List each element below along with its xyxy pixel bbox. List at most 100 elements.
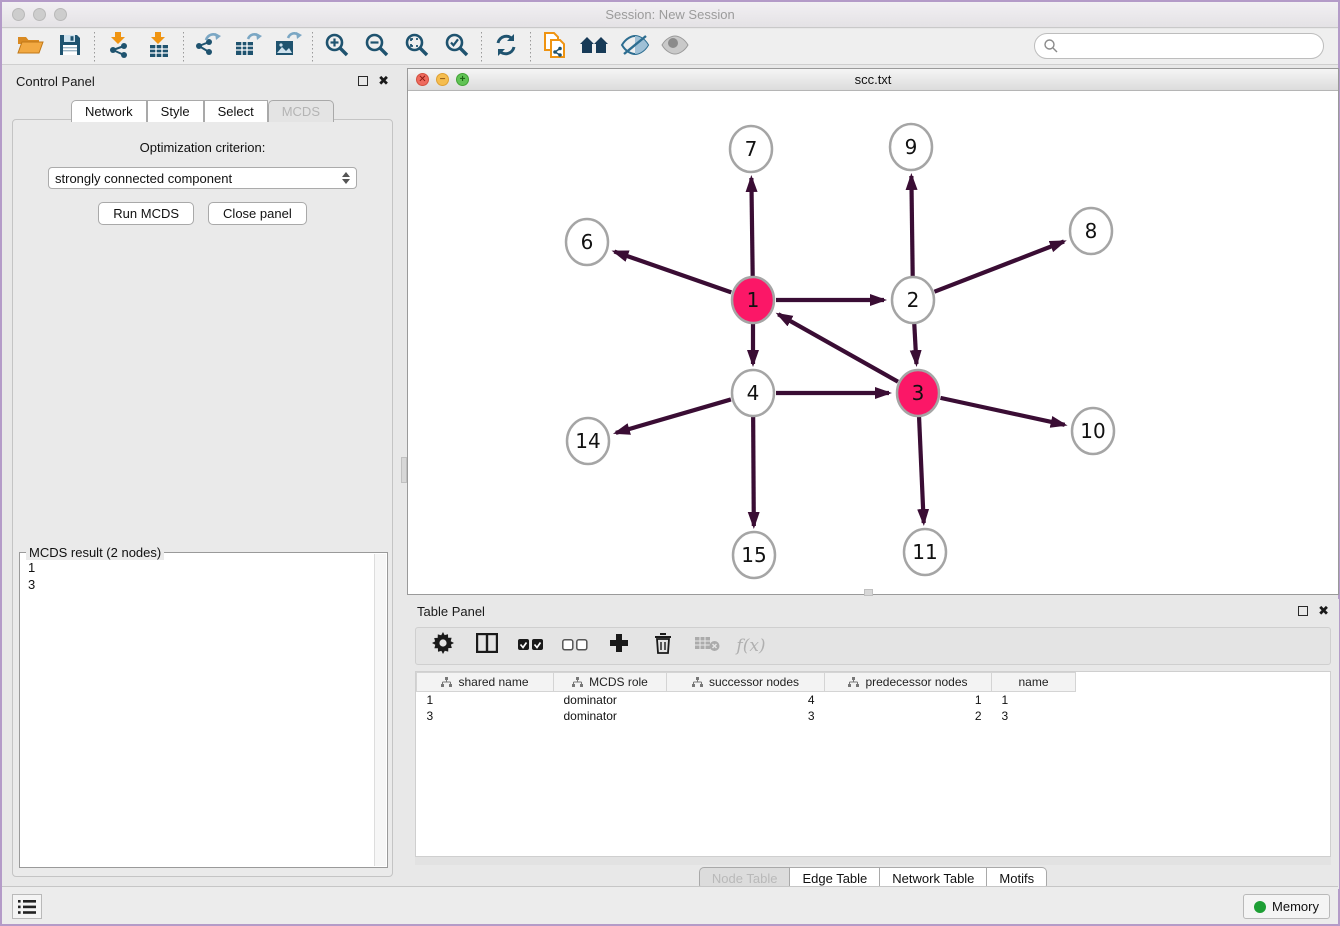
run-mcds-button[interactable]: Run MCDS [98, 202, 194, 225]
save-session-button[interactable] [50, 31, 90, 63]
edge-3-1[interactable] [778, 314, 898, 381]
settings-gear-button[interactable] [428, 631, 458, 661]
column-header-predecessor-nodes[interactable]: predecessor nodes [825, 673, 992, 692]
table-row[interactable]: 1dominator411 [417, 692, 1076, 708]
graph-node-2[interactable]: 2 [892, 277, 934, 323]
result-scrollbar[interactable] [374, 554, 386, 866]
graph-node-7[interactable]: 7 [730, 126, 772, 172]
horizontal-splitter-handle[interactable] [864, 589, 873, 596]
graph-node-3[interactable]: 3 [897, 370, 939, 416]
hide-selected-icon [620, 34, 650, 59]
tab-select[interactable]: Select [204, 100, 268, 122]
column-header-MCDS-role[interactable]: MCDS role [554, 673, 667, 692]
graph-node-4[interactable]: 4 [732, 370, 774, 416]
edge-3-10[interactable] [940, 398, 1064, 425]
table-cell[interactable]: 1 [992, 692, 1076, 708]
mcds-result-text[interactable]: 1 3 [22, 559, 373, 865]
column-header-name[interactable]: name [992, 673, 1076, 692]
zoom-fit-icon [404, 32, 430, 61]
export-image-icon [274, 32, 302, 61]
graph-node-9[interactable]: 9 [890, 124, 932, 170]
table-row[interactable]: 3dominator323 [417, 708, 1076, 724]
edge-4-15[interactable] [753, 416, 754, 526]
table-panel: Table Panel ✖ f(x) shared nameMCDS roles… [407, 599, 1339, 889]
zoom-out-button[interactable] [357, 31, 397, 63]
search-input[interactable] [1034, 33, 1324, 59]
tab-mcds[interactable]: MCDS [268, 100, 334, 122]
select-all-checks-button[interactable] [516, 631, 546, 661]
table-cell[interactable]: 3 [667, 708, 825, 724]
network-canvas[interactable]: 1 2 3 4 6 7 8 9 10 11 14 15 [408, 91, 1338, 594]
export-table-button[interactable] [228, 31, 268, 63]
edge-2-9[interactable] [911, 176, 912, 277]
table-cell[interactable]: 3 [992, 708, 1076, 724]
column-label: shared name [458, 675, 528, 689]
deselect-all-checks-button[interactable] [560, 631, 590, 661]
home-view-icon [579, 34, 611, 59]
vertical-splitter-handle[interactable] [401, 457, 407, 483]
graph-node-8[interactable]: 8 [1070, 208, 1112, 254]
show-all-button[interactable] [655, 31, 695, 63]
network-graph[interactable]: 1 2 3 4 6 7 8 9 10 11 14 15 [408, 91, 1338, 594]
zoom-selected-button[interactable] [437, 31, 477, 63]
memory-button[interactable]: Memory [1243, 894, 1330, 919]
main-toolbar [2, 29, 1338, 65]
refresh-network-button[interactable] [486, 31, 526, 63]
zoom-in-button[interactable] [317, 31, 357, 63]
edge-2-3[interactable] [914, 323, 916, 364]
duplicate-network-button[interactable] [535, 31, 575, 63]
import-network-icon [107, 32, 131, 61]
search-container [1034, 33, 1324, 59]
import-table-button[interactable] [139, 31, 179, 63]
add-column-button[interactable] [604, 631, 634, 661]
split-columns-button[interactable] [472, 631, 502, 661]
edge-2-8[interactable] [934, 241, 1064, 291]
network-window-titlebar[interactable]: ✕ − + scc.txt [408, 69, 1338, 91]
tab-style[interactable]: Style [147, 100, 204, 122]
graph-node-10[interactable]: 10 [1072, 408, 1114, 454]
table-cell[interactable]: 4 [667, 692, 825, 708]
column-header-successor-nodes[interactable]: successor nodes [667, 673, 825, 692]
show-all-icon [660, 35, 690, 58]
edge-4-14[interactable] [616, 399, 731, 432]
table-cell[interactable]: 1 [417, 692, 554, 708]
table-cell[interactable]: dominator [554, 708, 667, 724]
import-network-button[interactable] [99, 31, 139, 63]
graph-node-14[interactable]: 14 [567, 418, 609, 464]
hide-selected-button[interactable] [615, 31, 655, 63]
table-cell[interactable]: 3 [417, 708, 554, 724]
table-cell[interactable]: dominator [554, 692, 667, 708]
column-header-shared-name[interactable]: shared name [417, 673, 554, 692]
close-panel-icon[interactable]: ✖ [378, 76, 389, 86]
graph-node-15[interactable]: 15 [733, 532, 775, 578]
svg-text:14: 14 [575, 429, 600, 453]
table-scrollband[interactable] [415, 857, 1331, 865]
mcds-result-title: MCDS result (2 nodes) [26, 545, 164, 560]
optimization-criterion-dropdown[interactable]: strongly connected component [48, 167, 357, 189]
app-titlebar: Session: New Session [2, 2, 1338, 28]
graph-node-6[interactable]: 6 [566, 219, 608, 265]
refresh-network-icon [493, 32, 519, 61]
tab-network[interactable]: Network [71, 100, 147, 122]
edge-1-7[interactable] [751, 178, 752, 277]
edge-1-6[interactable] [614, 252, 731, 293]
table-cell[interactable]: 2 [825, 708, 992, 724]
delete-column-button[interactable] [648, 631, 678, 661]
table-panel-title: Table Panel [417, 604, 1298, 619]
edge-3-11[interactable] [919, 416, 924, 523]
graph-node-1[interactable]: 1 [732, 277, 774, 323]
open-session-button[interactable] [10, 31, 50, 63]
export-image-button[interactable] [268, 31, 308, 63]
home-view-button[interactable] [575, 31, 615, 63]
zoom-fit-button[interactable] [397, 31, 437, 63]
mcds-result-box: MCDS result (2 nodes) 1 3 [19, 552, 388, 868]
svg-text:2: 2 [907, 288, 920, 312]
float-panel-icon[interactable] [358, 76, 368, 86]
close-table-panel-icon[interactable]: ✖ [1318, 606, 1329, 616]
export-network-button[interactable] [188, 31, 228, 63]
close-panel-button[interactable]: Close panel [208, 202, 307, 225]
task-history-button[interactable] [12, 894, 42, 919]
table-cell[interactable]: 1 [825, 692, 992, 708]
graph-node-11[interactable]: 11 [904, 529, 946, 575]
float-table-panel-icon[interactable] [1298, 606, 1308, 616]
